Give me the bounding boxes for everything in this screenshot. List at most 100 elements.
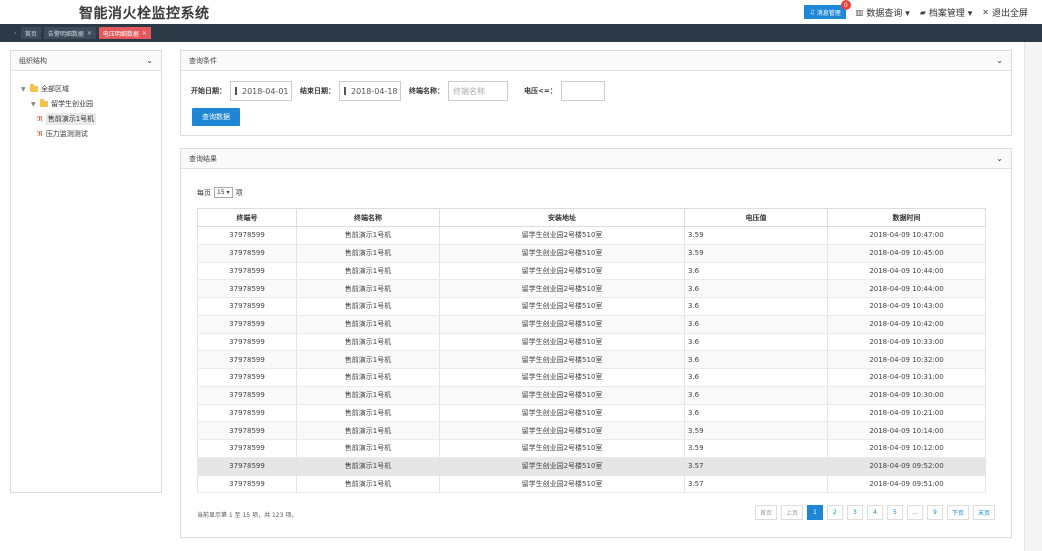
app-header: 智能消火栓监控系统 ♫ 消息管理 0 ▥ 数据查询 ▾ ▰ 档案管理 ▾ ✕ 退…: [0, 0, 1042, 24]
query-conditions-panel: 查询条件 ⌄ 开始日期： 2018-04-01 结束日期： 2018-04-18…: [180, 50, 1012, 136]
caret-down-icon[interactable]: ▼: [31, 101, 37, 108]
table-cell: 2018-04-09 10:44:00: [827, 262, 986, 281]
table-cell: 3.6: [684, 333, 828, 352]
tree-node-park[interactable]: ▼ 留学生创业园: [21, 98, 161, 110]
query-results-panel: 查询结果 ⌄ 每页 15 ▾ 项 终端号 终端名称 安装地址 电压值 数据时间 …: [180, 148, 1012, 538]
exit-fullscreen-button[interactable]: ✕ 退出全屏: [982, 6, 1028, 19]
table-cell: 留学生创业园2号楼510室: [439, 439, 685, 458]
query-conditions-header[interactable]: 查询条件 ⌄: [181, 51, 1011, 71]
table-cell: 留学生创业园2号楼510室: [439, 315, 685, 334]
tab-home[interactable]: 首页: [20, 27, 41, 39]
terminal-name-input[interactable]: 终端名称: [448, 81, 508, 101]
query-results-header[interactable]: 查询结果 ⌄: [181, 149, 1011, 169]
pagination-button[interactable]: 2: [826, 505, 843, 520]
start-date-input[interactable]: 2018-04-01: [230, 81, 292, 101]
column-header[interactable]: 终端号: [197, 208, 297, 227]
table-cell: 3.59: [684, 439, 828, 458]
caret-down-icon[interactable]: ▼: [21, 86, 27, 93]
tab-alarm-detail[interactable]: 告警明细数据 ✕: [43, 27, 96, 39]
query-data-button[interactable]: 查询数据: [192, 108, 240, 126]
end-date-value: 2018-04-18: [351, 86, 398, 96]
column-header[interactable]: 电压值: [684, 208, 828, 227]
table-cell: 3.6: [684, 386, 828, 405]
table-cell: 2018-04-09 10:45:00: [827, 244, 986, 263]
pagination-button[interactable]: 上页: [780, 505, 803, 520]
tab-voltage-detail[interactable]: 电压明细数据 ✕: [98, 27, 151, 39]
exit-fullscreen-label: 退出全屏: [991, 8, 1028, 19]
table-cell: 37978599: [197, 421, 297, 440]
table-row[interactable]: 37978599 售前演示1号机 留学生创业园2号楼510室 3.6 2018-04-0…: [197, 315, 986, 334]
table-cell: 3.59: [684, 226, 828, 245]
table-cell: 3.6: [684, 404, 828, 423]
end-date-label: 结束日期：: [300, 87, 335, 95]
table-cell: 留学生创业园2号楼510室: [439, 279, 685, 298]
folder-icon: [30, 84, 38, 92]
table-row[interactable]: 37978599 售前演示1号机 留学生创业园2号楼510室 3.59 2018-04-…: [197, 421, 986, 440]
table-row[interactable]: 37978599 售前演示1号机 留学生创业园2号楼510室 3.6 2018-04-0…: [197, 386, 986, 405]
pagination-button[interactable]: ...: [906, 505, 923, 520]
tab-scroll-left-icon[interactable]: ‹: [14, 29, 17, 37]
bar-chart-icon: ▥: [855, 7, 864, 17]
table-cell: 3.59: [684, 421, 828, 440]
close-icon[interactable]: ✕: [87, 30, 92, 37]
query-results-title: 查询结果: [189, 154, 217, 163]
terminal-name-placeholder: 终端名称: [453, 86, 485, 96]
table-row[interactable]: 37978599 售前演示1号机 留学生创业园2号楼510室 3.59 2018-04-…: [197, 226, 986, 245]
table-row[interactable]: 37978599 售前演示1号机 留学生创业园2号楼510室 3.6 2018-04-0…: [197, 333, 986, 352]
table-cell: 37978599: [197, 262, 297, 281]
table-cell: 2018-04-09 10:44:00: [827, 279, 986, 298]
message-label: 消息管理: [816, 9, 841, 17]
table-cell: 3.57: [684, 457, 828, 476]
table-row[interactable]: 37978599 售前演示1号机 留学生创业园2号楼510室 3.6 2018-04-0…: [197, 350, 986, 369]
archive-manage-menu[interactable]: ▰ 档案管理 ▾: [920, 6, 973, 19]
table-row[interactable]: 37978599 售前演示1号机 留学生创业园2号楼510室 3.6 2018-04-0…: [197, 404, 986, 423]
pagination-button[interactable]: 5: [886, 505, 903, 520]
table-cell: 37978599: [197, 333, 297, 352]
column-header[interactable]: 数据时间: [827, 208, 986, 227]
table-cell: 37978599: [197, 244, 297, 263]
page-size-select[interactable]: 15 ▾: [214, 187, 233, 198]
pagination-button[interactable]: 3: [846, 505, 863, 520]
chevron-down-icon[interactable]: ⌄: [146, 56, 153, 65]
table-cell: 留学生创业园2号楼510室: [439, 297, 685, 316]
table-row[interactable]: 37978599 售前演示1号机 留学生创业园2号楼510室 3.57 2018-04-…: [197, 457, 986, 476]
app-title: 智能消火栓监控系统: [79, 6, 210, 22]
pagination-button[interactable]: 4: [866, 505, 883, 520]
table-cell: 37978599: [197, 297, 297, 316]
column-header[interactable]: 终端名称: [296, 208, 440, 227]
data-query-label: 数据查询 ▾: [866, 8, 910, 19]
table-cell: 2018-04-09 09:52:00: [827, 457, 986, 476]
page-scrollbar[interactable]: [1024, 42, 1042, 551]
table-row[interactable]: 37978599 售前演示1号机 留学生创业园2号楼510室 3.6 2018-04-0…: [197, 262, 986, 281]
table-row[interactable]: 37978599 售前演示1号机 留学生创业园2号楼510室 3.6 2018-04-0…: [197, 368, 986, 387]
chevron-down-icon[interactable]: ⌄: [996, 154, 1003, 163]
table-row[interactable]: 37978599 售前演示1号机 留学生创业园2号楼510室 3.59 2018-04-…: [197, 244, 986, 263]
voltage-input[interactable]: [560, 81, 605, 101]
column-header[interactable]: 安装地址: [439, 208, 685, 227]
table-row[interactable]: 37978599 售前演示1号机 留学生创业园2号楼510室 3.6 2018-04-0…: [197, 279, 986, 298]
pagination-button[interactable]: 9: [926, 505, 943, 520]
pagination-button[interactable]: 1: [806, 505, 823, 520]
data-query-menu[interactable]: ▥ 数据查询 ▾: [856, 6, 910, 19]
table-row[interactable]: 37978599 售前演示1号机 留学生创业园2号楼510室 3.57 2018-04-…: [197, 475, 986, 494]
table-row[interactable]: 37978599 售前演示1号机 留学生创业园2号楼510室 3.59 2018-04-…: [197, 439, 986, 458]
table-cell: 37978599: [197, 404, 297, 423]
end-date-input[interactable]: 2018-04-18: [339, 81, 401, 101]
org-structure-header[interactable]: 组织结构 ⌄: [11, 51, 161, 71]
pagination-button[interactable]: 末页: [972, 505, 995, 520]
table-cell: 留学生创业园2号楼510室: [439, 262, 685, 281]
table-cell: 2018-04-09 10:33:00: [827, 333, 986, 352]
tree-node-demo-device[interactable]: ℜ 售前演示1号机: [21, 113, 161, 125]
page-size-value: 15: [217, 189, 225, 196]
pagination-button[interactable]: 首页: [754, 505, 777, 520]
chevron-down-icon[interactable]: ⌄: [996, 56, 1003, 65]
tree-node-all-areas[interactable]: ▼ 全部区域: [21, 83, 161, 95]
table-row[interactable]: 37978599 售前演示1号机 留学生创业园2号楼510室 3.6 2018-04-0…: [197, 297, 986, 316]
tree-node-pressure-test[interactable]: ℜ 压力监测测试: [21, 128, 161, 140]
message-button[interactable]: ♫ 消息管理 0: [804, 0, 851, 19]
pagination-button[interactable]: 下页: [946, 505, 969, 520]
tab-label: 电压明细数据: [102, 30, 139, 38]
close-icon[interactable]: ✕: [142, 30, 147, 37]
table-cell: 售前演示1号机: [296, 297, 440, 316]
table-cell: 37978599: [197, 439, 297, 458]
